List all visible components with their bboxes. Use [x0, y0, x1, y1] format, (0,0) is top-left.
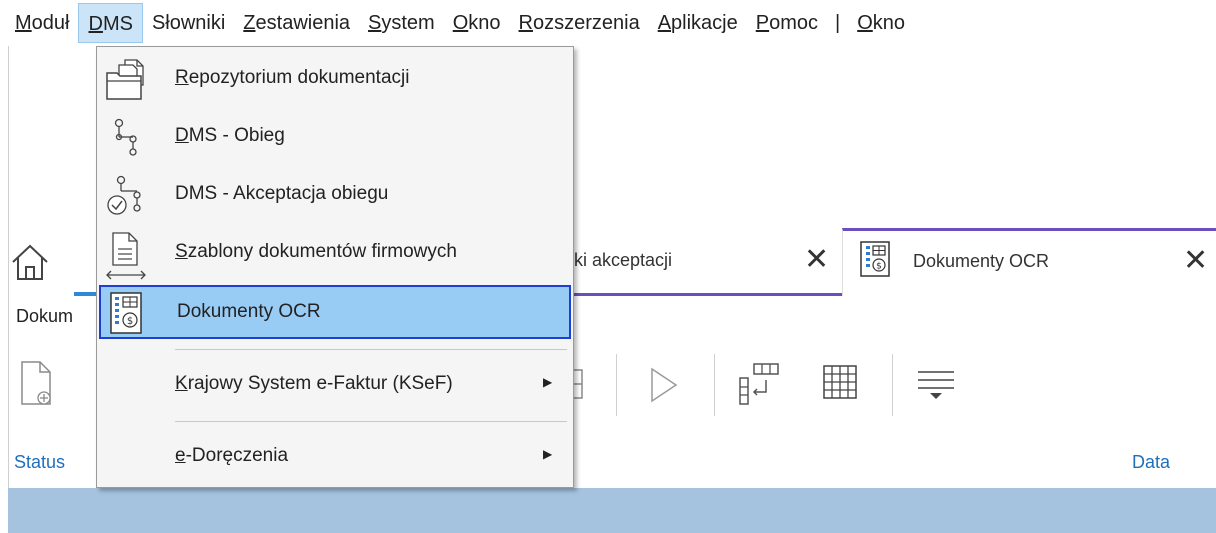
menu-item-label: e-Doręczenia — [175, 445, 289, 466]
menu-item-dokumenty-ocr[interactable]: $ Dokumenty OCR — [99, 285, 571, 339]
filter-lines-icon[interactable] — [914, 366, 958, 408]
menu-item-label: Szablony dokumentów firmowych — [175, 241, 457, 262]
menu-separator — [175, 349, 567, 350]
tab-dokumenty-ocr[interactable]: $ Dokumenty OCR ✕ — [842, 228, 1216, 296]
menu-okno-extra[interactable]: Okno — [848, 3, 914, 43]
menu-item-szablony[interactable]: Szablony dokumentów firmowych — [97, 225, 573, 280]
grid-icon[interactable] — [820, 362, 860, 408]
toolbar-divider — [616, 354, 617, 416]
menu-okno[interactable]: Okno — [444, 3, 510, 43]
menu-item-repozytorium[interactable]: Repozytorium dokumentacji — [97, 51, 573, 105]
menu-dms[interactable]: DMS — [78, 3, 143, 43]
toolbar-divider — [892, 354, 893, 416]
folder-documents-icon — [103, 57, 149, 103]
menu-zestawienia[interactable]: Zestawienia — [234, 3, 359, 43]
dms-dropdown-menu: Repozytorium dokumentacji DMS - Obieg DM… — [96, 46, 574, 488]
menu-item-dms-akceptacja[interactable]: DMS - Akceptacja obiegu — [97, 167, 573, 221]
ocr-document-icon: $ — [857, 239, 893, 279]
documents-label: Dokum — [16, 306, 74, 326]
close-icon[interactable]: ✕ — [1183, 243, 1208, 279]
list-area — [8, 488, 1216, 533]
menu-aplikacje[interactable]: Aplikacje — [649, 3, 747, 43]
svg-text:$: $ — [876, 262, 882, 272]
menu-item-label: Repozytorium dokumentacji — [175, 67, 410, 88]
submenu-arrow-icon: ▶ — [543, 447, 553, 461]
tab-ocr-label: Dokumenty OCR — [913, 251, 1050, 271]
menu-item-label: Krajowy System e-Faktur (KSeF) — [175, 373, 453, 394]
tab-akceptacji[interactable]: ki akceptacji ✕ — [574, 228, 844, 296]
menu-slowniki[interactable]: Słowniki — [143, 3, 234, 43]
ocr-document-icon: $ — [105, 291, 151, 337]
column-header-status[interactable]: Status — [14, 452, 65, 473]
svg-text:$: $ — [127, 316, 133, 327]
menu-rozszerzenia[interactable]: Rozszerzenia — [510, 3, 649, 43]
menu-separator: | — [835, 11, 841, 34]
menu-item-e-doreczenia[interactable]: e-Doręczenia ▶ — [97, 429, 573, 483]
column-header-data[interactable]: Data — [1132, 452, 1170, 473]
menu-item-dms-obieg[interactable]: DMS - Obieg — [97, 109, 573, 163]
tab-akceptacji-label: ki akceptacji — [574, 250, 673, 270]
submenu-arrow-icon: ▶ — [543, 375, 553, 389]
menu-pomoc[interactable]: Pomoc — [747, 3, 827, 43]
partial-toolbar-icon[interactable] — [574, 364, 588, 410]
toolbar-divider — [714, 354, 715, 416]
workflow-accept-icon — [103, 173, 149, 219]
menu-modul[interactable]: Moduł — [6, 3, 78, 43]
menu-separator — [175, 421, 567, 422]
menu-item-label: DMS - Obieg — [175, 125, 285, 146]
document-template-icon — [103, 231, 149, 280]
play-icon[interactable] — [648, 366, 680, 410]
menu-system[interactable]: System — [359, 3, 444, 43]
menu-item-ksef[interactable]: Krajowy System e-Faktur (KSeF) ▶ — [97, 357, 573, 411]
close-icon[interactable]: ✕ — [804, 242, 829, 278]
home-icon[interactable] — [10, 242, 50, 282]
menu-item-label: Dokumenty OCR — [177, 301, 321, 322]
menu-item-label: DMS - Akceptacja obiegu — [175, 183, 389, 204]
insert-rows-icon[interactable] — [736, 360, 782, 414]
menu-bar: Moduł DMS Słowniki Zestawienia System Ok… — [0, 0, 1216, 46]
workflow-icon — [103, 115, 149, 161]
new-document-icon[interactable] — [18, 358, 54, 416]
